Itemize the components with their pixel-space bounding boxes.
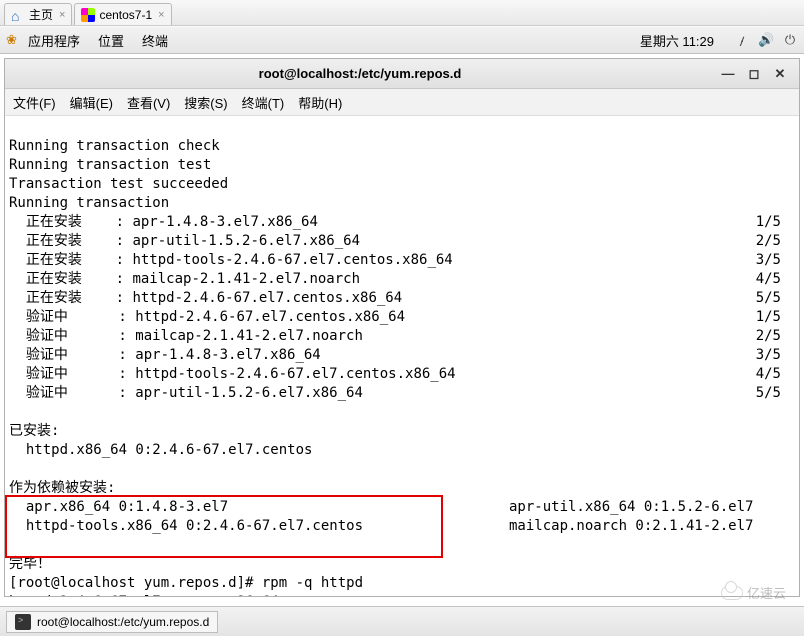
tab-vm[interactable]: centos7-1 ×: [74, 3, 171, 25]
centos-icon: [81, 8, 95, 22]
output-line: Transaction test succeeded: [9, 176, 228, 192]
menu-file[interactable]: 文件(F): [13, 93, 56, 112]
output-line: Running transaction check: [9, 138, 220, 154]
terminal-output[interactable]: Running transaction check Running transa…: [5, 116, 799, 596]
volume-icon[interactable]: 🔊: [758, 32, 774, 48]
home-icon: [11, 8, 25, 22]
tab-home[interactable]: 主页 ×: [4, 3, 72, 25]
output-line: Running transaction: [9, 195, 169, 211]
maximize-button[interactable]: ◻: [741, 63, 767, 85]
output-line: httpd.x86_64 0:2.4.6-67.el7.centos: [9, 442, 312, 458]
output-line: 已安装:: [9, 423, 59, 439]
menu-terminal[interactable]: 终端: [142, 31, 168, 50]
menu-places[interactable]: 位置: [98, 31, 124, 50]
tab-home-label: 主页: [29, 6, 53, 23]
minimize-button[interactable]: —: [715, 63, 741, 85]
menu-view[interactable]: 查看(V): [127, 93, 170, 112]
gnome-top-bar: 应用程序 位置 终端 星期六 11:29 ⹊ 🔊 ⏻: [0, 26, 804, 54]
close-icon[interactable]: ×: [59, 9, 65, 21]
menu-search[interactable]: 搜索(S): [184, 93, 227, 112]
output-line: 作为依赖被安装:: [9, 480, 115, 496]
output-line: Running transaction test: [9, 157, 211, 173]
prompt-line: [root@localhost yum.repos.d]# rpm -q htt…: [9, 575, 363, 591]
close-button[interactable]: ✕: [767, 63, 793, 85]
network-icon[interactable]: ⹊: [734, 32, 750, 48]
output-line: httpd-2.4.6-67.el7.centos.x86_64: [9, 594, 279, 596]
menu-edit[interactable]: 编辑(E): [70, 93, 113, 112]
taskbar-item-label: root@localhost:/etc/yum.repos.d: [37, 615, 209, 629]
close-icon[interactable]: ×: [158, 9, 164, 21]
activities-icon[interactable]: [6, 32, 22, 48]
window-title: root@localhost:/etc/yum.repos.d: [5, 66, 715, 81]
menu-help[interactable]: 帮助(H): [298, 93, 342, 112]
terminal-titlebar[interactable]: root@localhost:/etc/yum.repos.d — ◻ ✕: [5, 59, 799, 89]
output-line: 完毕！: [9, 556, 51, 572]
gnome-taskbar: root@localhost:/etc/yum.repos.d: [0, 606, 804, 636]
clock-label[interactable]: 星期六 11:29: [640, 31, 714, 50]
terminal-icon: [15, 614, 31, 630]
menu-terminal[interactable]: 终端(T): [242, 93, 285, 112]
menu-applications[interactable]: 应用程序: [28, 31, 80, 50]
vm-tab-bar: 主页 × centos7-1 ×: [0, 0, 804, 26]
tab-vm-label: centos7-1: [99, 8, 152, 22]
terminal-window: root@localhost:/etc/yum.repos.d — ◻ ✕ 文件…: [4, 58, 800, 597]
taskbar-item-terminal[interactable]: root@localhost:/etc/yum.repos.d: [6, 611, 218, 633]
terminal-menubar: 文件(F) 编辑(E) 查看(V) 搜索(S) 终端(T) 帮助(H): [5, 89, 799, 116]
power-icon[interactable]: ⏻: [782, 32, 798, 48]
